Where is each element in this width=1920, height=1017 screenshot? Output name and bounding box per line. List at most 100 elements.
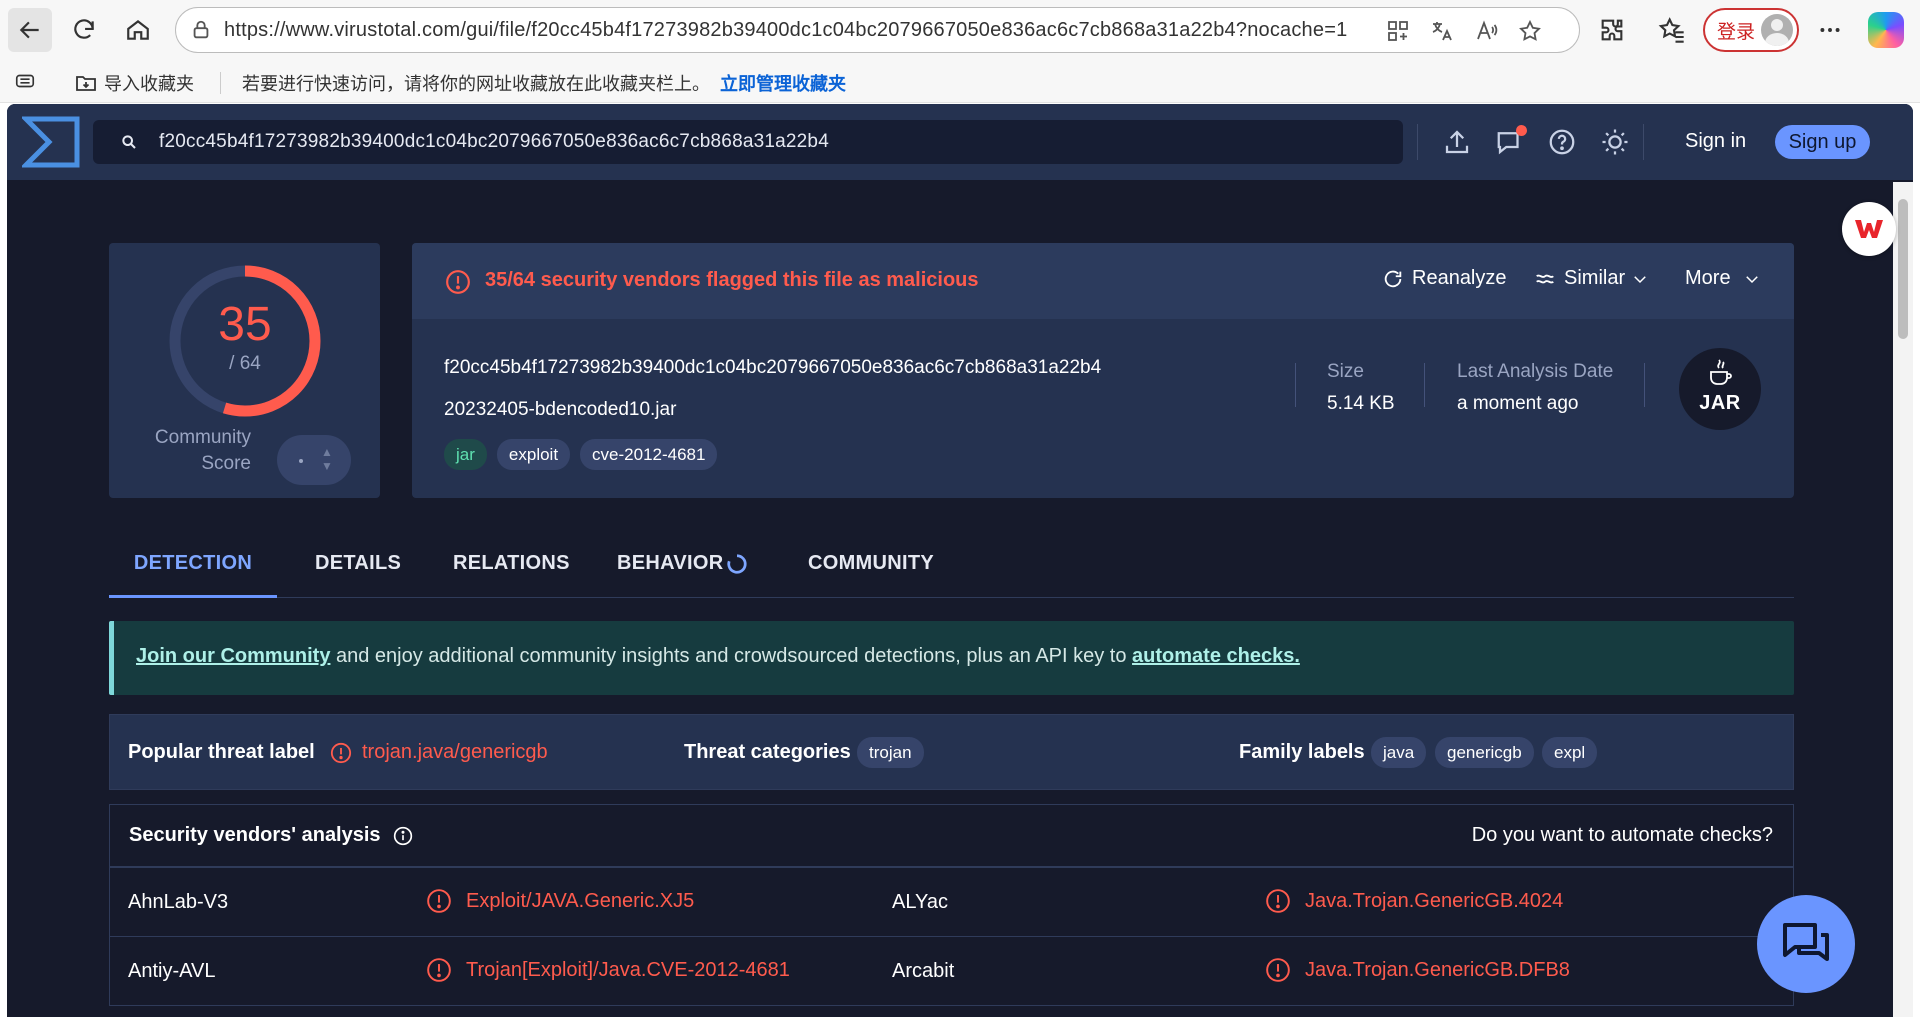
threat-labels-row: Popular threat label trojan.java/generic…	[109, 714, 1794, 790]
community-banner-text: Join our Community and enjoy additional …	[136, 645, 1300, 668]
meta-divider	[1424, 363, 1425, 407]
community-score-value	[299, 459, 303, 463]
tab-community[interactable]: COMMUNITY	[808, 534, 934, 598]
url-text[interactable]: https://www.virustotal.com/gui/file/f20c…	[224, 19, 1359, 42]
back-button[interactable]	[8, 8, 52, 52]
login-label: 登录	[1717, 21, 1756, 43]
chat-support-button[interactable]	[1757, 895, 1855, 993]
automate-checks-link[interactable]: automate checks.	[1132, 645, 1300, 667]
table-row: Antiy-AVL Trojan[Exploit]/Java.CVE-2012-…	[110, 936, 1793, 1005]
home-icon	[127, 19, 149, 40]
family-chip-genericgb[interactable]: genericgb	[1435, 737, 1534, 768]
banner-middle-text: and enjoy additional community insights …	[330, 645, 1133, 667]
popular-threat-value[interactable]: trojan.java/genericgb	[330, 741, 548, 764]
wps-extension-icon[interactable]	[1842, 202, 1896, 256]
threat-category-chip[interactable]: trojan	[857, 737, 924, 768]
vendors-title-text: Security vendors' analysis	[129, 824, 381, 846]
sign-up-button[interactable]: Sign up	[1775, 125, 1870, 159]
meta-divider	[1295, 363, 1296, 407]
app-grid-icon[interactable]	[1386, 19, 1410, 43]
similar-dropdown[interactable]: Similar	[1534, 267, 1657, 290]
address-bar[interactable]: https://www.virustotal.com/gui/file/f20c…	[175, 7, 1580, 53]
reload-icon	[74, 19, 94, 39]
tag-jar[interactable]: jar	[444, 439, 487, 470]
favorites-icon[interactable]	[1656, 14, 1688, 46]
manage-favorites-link[interactable]: 立即管理收藏夹	[720, 70, 846, 96]
import-folder-icon	[76, 76, 96, 91]
vendor-result-text: Java.Trojan.GenericGB.DFB8	[1305, 958, 1570, 981]
vote-arrows-icon[interactable]: ▲ ▼	[321, 445, 333, 473]
reanalyze-button[interactable]: Reanalyze	[1382, 267, 1507, 290]
filetype-label: JAR	[1699, 392, 1741, 414]
notification-dot	[1516, 125, 1527, 136]
alert-icon	[330, 742, 352, 763]
header-divider	[1417, 124, 1418, 160]
more-dropdown[interactable]: More	[1685, 267, 1769, 290]
chevron-down-icon	[1745, 275, 1758, 283]
family-chip-expl[interactable]: expl	[1542, 737, 1598, 768]
vendor-result: Java.Trojan.GenericGB.DFB8	[1265, 957, 1570, 983]
popular-threat-label: Popular threat label	[128, 741, 315, 763]
tag-exploit[interactable]: exploit	[496, 439, 571, 470]
extensions-icon[interactable]	[1596, 14, 1628, 46]
family-chip-java[interactable]: java	[1371, 737, 1427, 768]
bookmarks-bar: 导入收藏夹 若要进行快速访问，请将你的网址收藏放在此收藏夹栏上。 立即管理收藏夹	[0, 61, 1920, 103]
page-scrollbar-thumb[interactable]	[1898, 199, 1908, 339]
favorite-star-icon[interactable]	[1518, 19, 1542, 43]
import-favorites-button[interactable]: 导入收藏夹	[74, 70, 194, 96]
bookmarks-hint: 若要进行快速访问，请将你的网址收藏放在此收藏夹栏上。	[242, 74, 710, 94]
tab-detection[interactable]: DETECTION	[109, 534, 277, 598]
read-aloud-icon[interactable]	[1474, 19, 1498, 43]
search-input[interactable]: f20cc45b4f17273982b39400dc1c04bc20796670…	[159, 131, 829, 153]
reload-button[interactable]	[62, 8, 106, 52]
sign-in-link[interactable]: Sign in	[1685, 130, 1746, 153]
arrow-left-icon	[19, 21, 39, 39]
virustotal-logo-icon[interactable]	[22, 116, 80, 168]
report-tabs: DETECTION DETAILS RELATIONS BEHAVIOR COM…	[109, 534, 1794, 598]
import-favorites-label: 导入收藏夹	[104, 74, 194, 94]
browser-login-button[interactable]: 登录	[1703, 8, 1799, 52]
tab-behavior[interactable]: BEHAVIOR	[617, 534, 723, 598]
join-community-link[interactable]: Join our Community	[136, 645, 330, 667]
tab-relations[interactable]: RELATIONS	[453, 534, 570, 598]
theme-sun-icon[interactable]	[1600, 127, 1630, 157]
community-score-widget[interactable]: ▲ ▼	[277, 435, 351, 485]
vendors-header: Security vendors' analysis Do you want t…	[109, 804, 1794, 866]
threat-categories-label: Threat categories	[684, 741, 851, 763]
chat-bubbles-icon	[1783, 923, 1829, 961]
java-cup-icon	[1710, 359, 1732, 385]
copilot-icon[interactable]	[1868, 12, 1904, 48]
home-button[interactable]	[116, 8, 160, 52]
bookmarks-divider	[220, 72, 221, 94]
alert-icon	[1266, 889, 1290, 913]
search-icon	[122, 135, 136, 149]
vendor-result: Java.Trojan.GenericGB.4024	[1265, 888, 1563, 914]
notifications-button[interactable]	[1495, 125, 1527, 157]
community-score-label: Community Score	[154, 427, 251, 474]
detection-count: 35	[218, 298, 272, 351]
malicious-alert-icon	[446, 270, 470, 294]
file-hash[interactable]: f20cc45b4f17273982b39400dc1c04bc20796670…	[444, 357, 1101, 379]
file-name[interactable]: 20232405-bdencoded10.jar	[444, 399, 676, 421]
tab-details[interactable]: DETAILS	[315, 534, 401, 598]
vendor-result-text: Java.Trojan.GenericGB.4024	[1305, 889, 1564, 912]
chevron-down-icon	[1634, 275, 1646, 283]
upload-icon[interactable]	[1442, 127, 1472, 157]
automate-checks-question[interactable]: Do you want to automate checks?	[1472, 824, 1773, 847]
vendor-result: Exploit/JAVA.Generic.XJ5	[426, 888, 694, 914]
popular-threat-text: trojan.java/genericgb	[362, 741, 548, 763]
info-icon[interactable]	[393, 826, 413, 846]
help-icon[interactable]	[1547, 127, 1577, 157]
vendor-result-text: Trojan[Exploit]/Java.CVE-2012-4681	[466, 958, 790, 981]
loading-spinner-icon	[727, 554, 747, 574]
size-value: 5.14 KB	[1327, 393, 1395, 414]
similar-label: Similar	[1564, 267, 1626, 289]
translate-icon[interactable]	[1430, 19, 1454, 43]
reading-list-icon[interactable]	[14, 70, 36, 92]
search-bar[interactable]: f20cc45b4f17273982b39400dc1c04bc20796670…	[93, 120, 1403, 164]
tag-cve[interactable]: cve-2012-4681	[580, 439, 718, 470]
similar-icon	[1536, 274, 1554, 283]
more-options-icon[interactable]	[1814, 14, 1846, 46]
detection-score-card: 35 / 64 Community Score ▲ ▼	[109, 243, 380, 498]
summary-header: 35/64 security vendors flagged this file…	[412, 243, 1794, 319]
